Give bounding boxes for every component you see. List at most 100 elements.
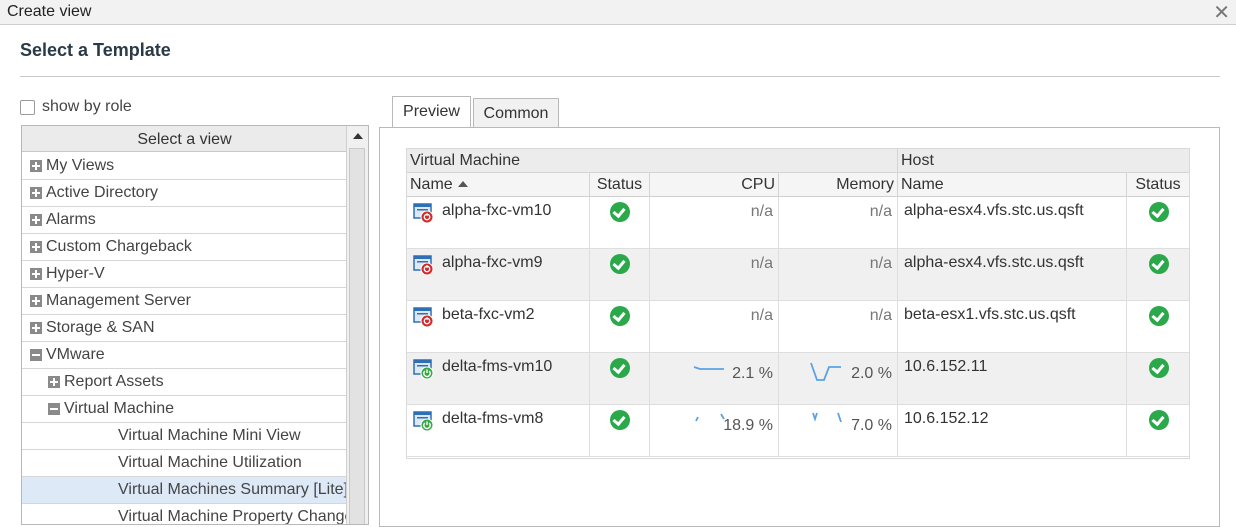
host-name[interactable]: 10.6.152.12 <box>904 410 989 428</box>
tree-item[interactable]: VMware <box>22 342 347 369</box>
memory-value: 7.0 % <box>851 417 892 434</box>
tree-item[interactable]: Virtual Machine Mini View <box>22 423 347 450</box>
cell-vm-status <box>590 249 650 301</box>
col-header-name[interactable]: Name <box>407 173 590 197</box>
cell-cpu: n/a <box>650 249 779 301</box>
host-name[interactable]: alpha-esx4.vfs.stc.us.qsft <box>904 254 1084 272</box>
tree-item[interactable]: My Views <box>22 153 347 180</box>
cell-host-status <box>1127 249 1189 301</box>
cell-memory: n/a <box>779 249 898 301</box>
cpu-value: 18.9 % <box>723 417 773 434</box>
memory-value: n/a <box>869 255 892 272</box>
cell-host-name: alpha-esx4.vfs.stc.us.qsft <box>898 197 1127 249</box>
tree-header: Select a view <box>22 126 347 152</box>
vm-stopped-icon <box>413 203 434 224</box>
cell-cpu: n/a <box>650 301 779 353</box>
host-name[interactable]: 10.6.152.11 <box>904 358 987 376</box>
status-ok-icon <box>1149 306 1169 326</box>
table-row[interactable]: beta-fxc-vm2 n/a n/a beta-esx1.vfs.stc.us.q… <box>407 301 1189 353</box>
show-by-role-label: show by role <box>42 98 132 115</box>
tree-item-label: Storage & SAN <box>46 319 155 336</box>
cell-memory: 7.0 % <box>779 405 898 457</box>
col-header-status[interactable]: Status <box>590 173 650 197</box>
vm-name[interactable]: delta-fms-vm10 <box>442 358 552 376</box>
expand-icon[interactable] <box>30 322 42 334</box>
cell-memory: n/a <box>779 197 898 249</box>
tree-item[interactable]: Virtual Machine Utilization <box>22 450 347 477</box>
dialog-title: Create view <box>7 3 92 20</box>
tree-item-label: VMware <box>46 346 105 363</box>
tree-item[interactable]: Management Server <box>22 288 347 315</box>
show-by-role[interactable]: show by role <box>20 97 132 117</box>
tree-item[interactable]: Alarms <box>22 207 347 234</box>
status-ok-icon <box>610 254 630 274</box>
table-row[interactable]: alpha-fxc-vm10 n/a n/a alpha-esx4.vfs.stc.u… <box>407 197 1189 249</box>
tree-item[interactable]: Virtual Machine <box>22 396 347 423</box>
tree-item-label: Management Server <box>46 292 191 309</box>
tree-item-label: Virtual Machines Summary [Lite] <box>118 481 349 498</box>
cpu-value: n/a <box>750 203 773 220</box>
collapse-icon[interactable] <box>48 403 60 415</box>
expand-icon[interactable] <box>30 187 42 199</box>
status-ok-icon <box>1149 410 1169 430</box>
tree-item-label: Alarms <box>46 211 96 228</box>
cell-vm-name: beta-fxc-vm2 <box>407 301 590 353</box>
table-row[interactable]: alpha-fxc-vm9 n/a n/a alpha-esx4.vfs.stc.us… <box>407 249 1189 301</box>
status-ok-icon <box>610 358 630 378</box>
tree-item[interactable]: Hyper-V <box>22 261 347 288</box>
tree-scrollbar[interactable] <box>346 126 368 524</box>
tree-item[interactable]: Active Directory <box>22 180 347 207</box>
table-row[interactable]: delta-fms-vm10 2.1 % 2.0 % 10.6.152.11 <box>407 353 1189 405</box>
view-tree: Select a view My Views Active Directory Al… <box>21 125 369 525</box>
col-header-host-status[interactable]: Status <box>1127 173 1189 197</box>
col-header-host-name[interactable]: Name <box>898 173 1127 197</box>
cpu-value: n/a <box>750 255 773 272</box>
tab-common[interactable]: Common <box>473 98 559 127</box>
memory-value: n/a <box>869 307 892 324</box>
vm-running-icon <box>413 359 434 380</box>
expand-icon[interactable] <box>30 268 42 280</box>
tree-item[interactable]: Virtual Machines Summary [Lite] <box>22 477 349 504</box>
cell-host-status <box>1127 197 1189 249</box>
col-header-cpu[interactable]: CPU <box>650 173 779 197</box>
tree-item[interactable]: Virtual Machine Property Change <box>22 504 353 524</box>
preview-grid: Virtual Machine Host Name Status CPU Mem… <box>406 148 1190 459</box>
tab-preview[interactable]: Preview <box>392 96 471 127</box>
memory-value: n/a <box>869 203 892 220</box>
table-row[interactable]: delta-fms-vm8 18.9 % 7.0 % 10.6.152.12 <box>407 405 1189 457</box>
cell-memory: n/a <box>779 301 898 353</box>
status-ok-icon <box>610 410 630 430</box>
tree-item-label: My Views <box>46 157 115 174</box>
expand-icon[interactable] <box>30 214 42 226</box>
scroll-thumb[interactable] <box>349 148 365 524</box>
collapse-icon[interactable] <box>30 349 42 361</box>
dialog-titlebar: Create view ✕ <box>0 0 1236 25</box>
host-name[interactable]: alpha-esx4.vfs.stc.us.qsft <box>904 202 1084 220</box>
cell-cpu: 2.1 % <box>650 353 779 405</box>
tree-item[interactable]: Storage & SAN <box>22 315 347 342</box>
vm-name[interactable]: beta-fxc-vm2 <box>442 306 534 324</box>
scroll-up-icon[interactable] <box>353 133 363 139</box>
cell-host-status <box>1127 301 1189 353</box>
expand-icon[interactable] <box>30 160 42 172</box>
vm-name[interactable]: alpha-fxc-vm9 <box>442 254 542 272</box>
close-icon[interactable]: ✕ <box>1213 0 1230 25</box>
status-ok-icon <box>610 306 630 326</box>
vm-name[interactable]: delta-fms-vm8 <box>442 410 543 428</box>
page-title: Select a Template <box>20 40 171 60</box>
tree-item[interactable]: Custom Chargeback <box>22 234 347 261</box>
expand-icon[interactable] <box>30 295 42 307</box>
status-ok-icon <box>1149 358 1169 378</box>
expand-icon[interactable] <box>30 241 42 253</box>
cpu-value: n/a <box>750 307 773 324</box>
cell-host-name: beta-esx1.vfs.stc.us.qsft <box>898 301 1127 353</box>
expand-icon[interactable] <box>48 376 60 388</box>
sparkline <box>693 366 724 370</box>
cell-host-name: 10.6.152.11 <box>898 353 1127 405</box>
show-by-role-checkbox[interactable] <box>20 99 35 115</box>
host-name[interactable]: beta-esx1.vfs.stc.us.qsft <box>904 306 1076 324</box>
tree-item[interactable]: Report Assets <box>22 369 347 396</box>
cell-vm-name: alpha-fxc-vm10 <box>407 197 590 249</box>
col-header-memory[interactable]: Memory <box>779 173 898 197</box>
vm-name[interactable]: alpha-fxc-vm10 <box>442 202 551 220</box>
